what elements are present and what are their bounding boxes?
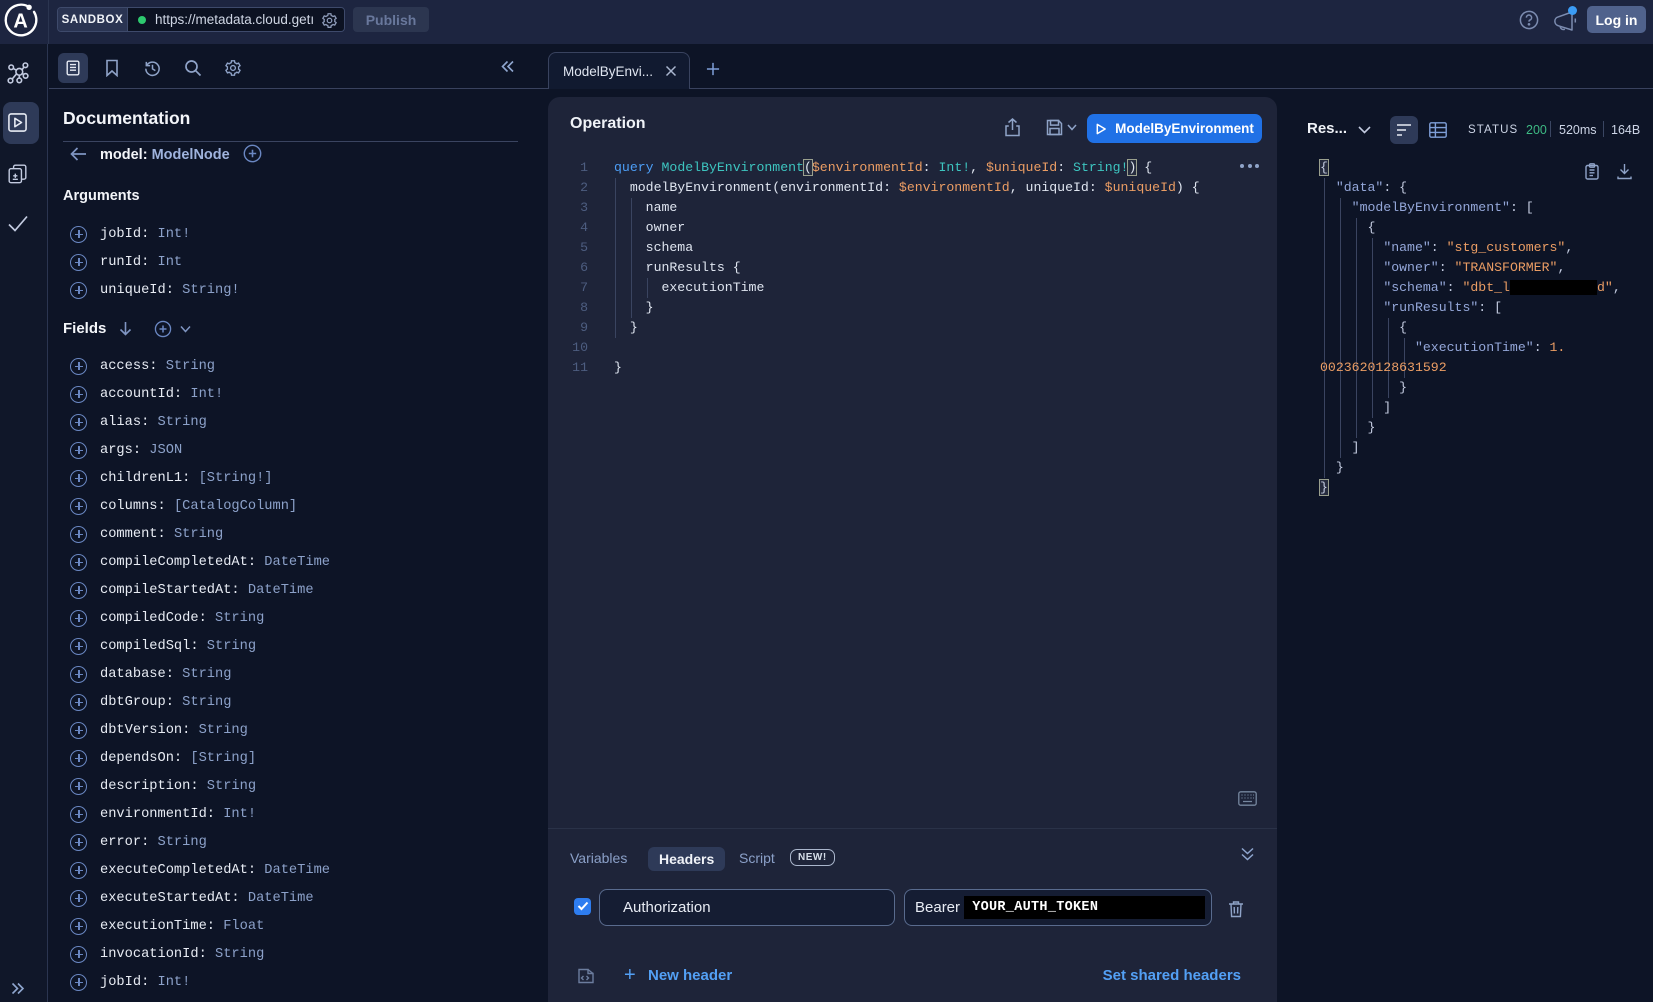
svg-text:A: A (13, 11, 27, 33)
